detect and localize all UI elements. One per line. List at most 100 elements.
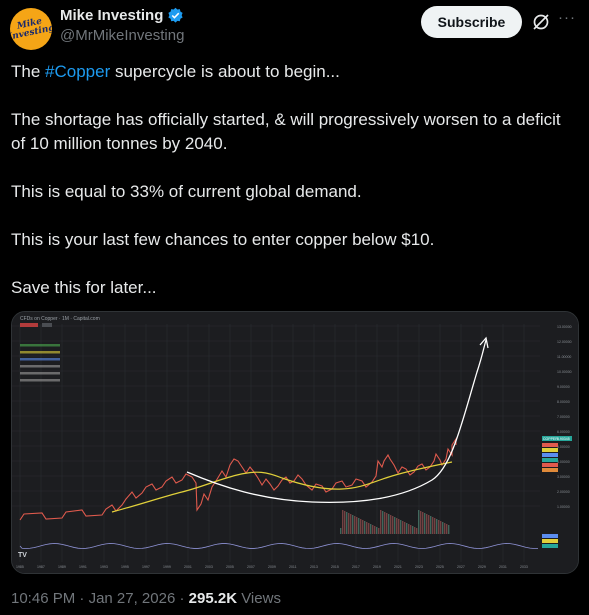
post-meta: 10:46 PM · Jan 27, 2026 · 295.2K Views [11, 590, 281, 607]
x-tick-label: 2017 [352, 565, 360, 569]
side-indicator-tag [542, 544, 558, 548]
chart-svg: CFDs on Copper · 1M · Capital.com 13.000… [12, 312, 578, 573]
more-icon[interactable]: ··· [558, 9, 576, 26]
side-price-tag [542, 443, 558, 447]
avatar-logo-text: Mike Investing [10, 16, 52, 43]
price-tag: COPPER [543, 437, 558, 441]
legend-line [20, 358, 60, 361]
tradingview-logo: TV [18, 552, 27, 559]
volume-bar [400, 520, 402, 534]
avatar[interactable]: Mike Investing [10, 8, 52, 50]
author-name[interactable]: Mike Investing [60, 7, 163, 24]
y-tick-label: 2.00000 [557, 490, 570, 494]
x-tick-label: 1997 [142, 565, 150, 569]
volume-bar [368, 523, 370, 534]
post-date[interactable]: Jan 27, 2026 [89, 590, 176, 607]
volume-bar [366, 522, 368, 534]
legend-line [20, 365, 60, 368]
volume-bar [390, 515, 392, 534]
x-tick-label: 2013 [310, 565, 318, 569]
post-line-2: The shortage has officially started, & w… [11, 110, 561, 153]
volume-bar [362, 520, 364, 534]
side-price-tag [542, 458, 558, 462]
volume-bar [364, 521, 366, 534]
volume-bar [346, 512, 348, 534]
x-tick-label: 2003 [205, 565, 213, 569]
volume-bar [428, 515, 430, 534]
volume-bar [436, 519, 438, 534]
volume-bar [380, 510, 382, 534]
volume-bar [372, 525, 374, 534]
volume-bar [440, 521, 442, 534]
y-tick-label: 11.00000 [557, 355, 571, 359]
chart-title: CFDs on Copper · 1M · Capital.com [20, 316, 100, 322]
y-tick-label: 4.00000 [557, 460, 570, 464]
volume-bar [348, 513, 350, 534]
y-tick-label: 10.00000 [557, 370, 572, 374]
volume-bar [408, 524, 410, 534]
x-tick-label: 2009 [268, 565, 276, 569]
volume-bar [382, 511, 384, 534]
grok-icon[interactable] [531, 12, 551, 32]
volume-bar [414, 527, 416, 534]
volume-bar [402, 521, 404, 534]
post-time[interactable]: 10:46 PM [11, 590, 75, 607]
volume-bar [422, 512, 424, 534]
legend-line [20, 344, 60, 347]
y-tick-label: 5.00000 [557, 445, 570, 449]
volume-bar [412, 526, 414, 534]
volume-bar [356, 517, 358, 534]
subscribe-button[interactable]: Subscribe [421, 6, 522, 38]
volume-bar [394, 517, 396, 534]
side-price-tag [542, 453, 558, 457]
legend-line [20, 372, 60, 375]
verified-badge-icon [168, 7, 183, 23]
volume-bar [374, 526, 376, 534]
volume-bar [410, 525, 412, 534]
x-tick-label: 2021 [394, 565, 402, 569]
volume-bar [424, 513, 426, 534]
x-tick-label: 1987 [37, 565, 45, 569]
author-name-row[interactable]: Mike Investing [60, 7, 184, 24]
volume-bar [434, 518, 436, 534]
volume-bar [416, 528, 418, 534]
x-tick-label: 1995 [121, 565, 129, 569]
volume-bar [406, 523, 408, 534]
volume-bar [432, 517, 434, 534]
legend-block [42, 323, 52, 327]
volume-bar [442, 522, 444, 534]
volume-bar [438, 520, 440, 534]
y-tick-label: 8.00000 [557, 400, 570, 404]
x-tick-label: 2001 [184, 565, 192, 569]
meta-separator: · [175, 590, 189, 607]
y-tick-label: 6.00000 [557, 430, 570, 434]
y-tick-label: 12.00000 [557, 340, 572, 344]
volume-bar [344, 511, 346, 534]
volume-bar [358, 518, 360, 534]
side-price-tag [542, 463, 558, 467]
x-tick-label: 2031 [499, 565, 507, 569]
y-tick-label: 1.00000 [557, 505, 570, 509]
chart-image[interactable]: CFDs on Copper · 1M · Capital.com 13.000… [11, 311, 579, 574]
volume-bar [396, 518, 398, 534]
volume-bar [360, 519, 362, 534]
x-tick-label: 2007 [247, 565, 255, 569]
post-line-3: This is equal to 33% of current global d… [11, 182, 362, 201]
price-value: 5.90345 [557, 437, 570, 441]
hashtag-link[interactable]: #Copper [45, 62, 110, 81]
volume-bar [342, 510, 344, 534]
volume-bar [386, 513, 388, 534]
post-line-5: Save this for later... [11, 278, 157, 297]
volume-bar [392, 516, 394, 534]
volume-bar [378, 528, 380, 534]
side-price-tag [542, 468, 558, 472]
x-tick-label: 2029 [478, 565, 486, 569]
volume-bar [354, 516, 356, 534]
volume-bar [376, 527, 378, 534]
volume-bar [430, 516, 432, 534]
views-count: 295.2K [188, 590, 238, 607]
author-handle[interactable]: @MrMikeInvesting [60, 27, 184, 44]
y-tick-label: 7.00000 [557, 415, 570, 419]
y-tick-label: 9.00000 [557, 385, 570, 389]
volume-bar [446, 524, 448, 534]
